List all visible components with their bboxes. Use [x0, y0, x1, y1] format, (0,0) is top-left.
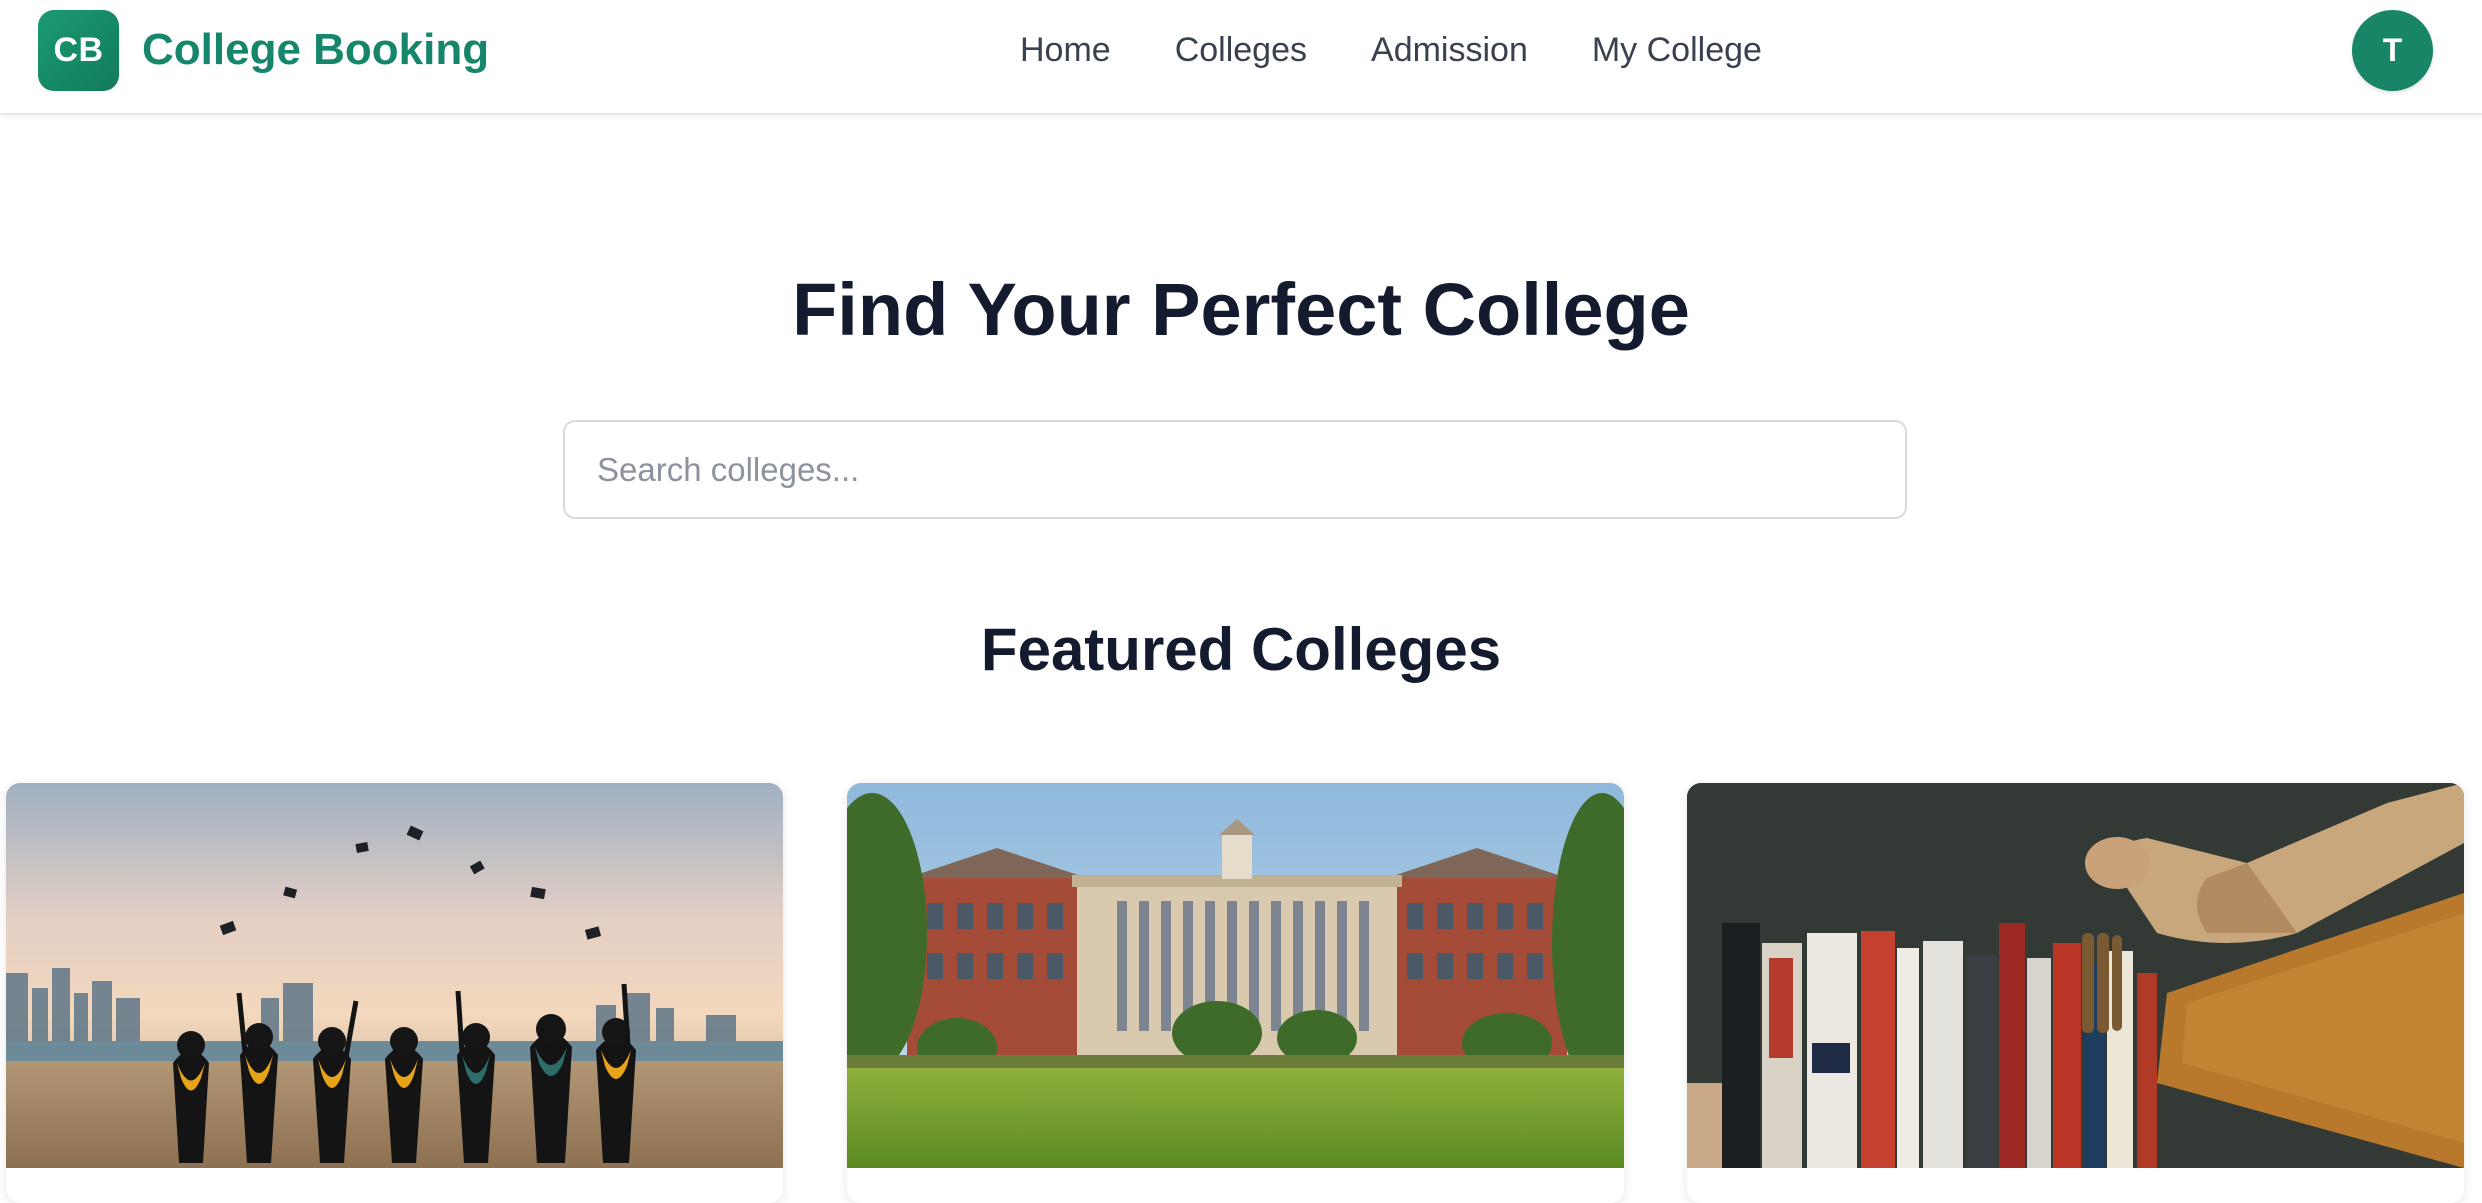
graduates-throwing-caps-photo — [6, 783, 783, 1168]
nav-link-my-college[interactable]: My College — [1592, 22, 1762, 78]
logo-badge[interactable]: CB — [38, 10, 119, 91]
college-search-input[interactable] — [563, 420, 1907, 519]
college-card-3[interactable] — [1687, 783, 2464, 1203]
nav-link-colleges[interactable]: Colleges — [1175, 22, 1307, 78]
featured-colleges-title: Featured Colleges — [980, 616, 1502, 683]
college-card-2[interactable] — [847, 783, 1624, 1203]
user-avatar[interactable]: T — [2352, 10, 2433, 91]
college-card-1[interactable] — [6, 783, 783, 1203]
nav-link-admission[interactable]: Admission — [1371, 22, 1528, 78]
hero-title: Find Your Perfect College — [792, 268, 1690, 351]
nav-link-home[interactable]: Home — [1020, 22, 1111, 78]
campus-building-lawn-photo — [847, 783, 1624, 1168]
top-navbar: CB College Booking Home Colleges Admissi… — [0, 0, 2482, 115]
main-nav: Home Colleges Admission My College — [1020, 22, 1762, 78]
hand-picking-book-from-shelf-photo — [1687, 783, 2464, 1168]
brand-name[interactable]: College Booking — [142, 22, 489, 78]
